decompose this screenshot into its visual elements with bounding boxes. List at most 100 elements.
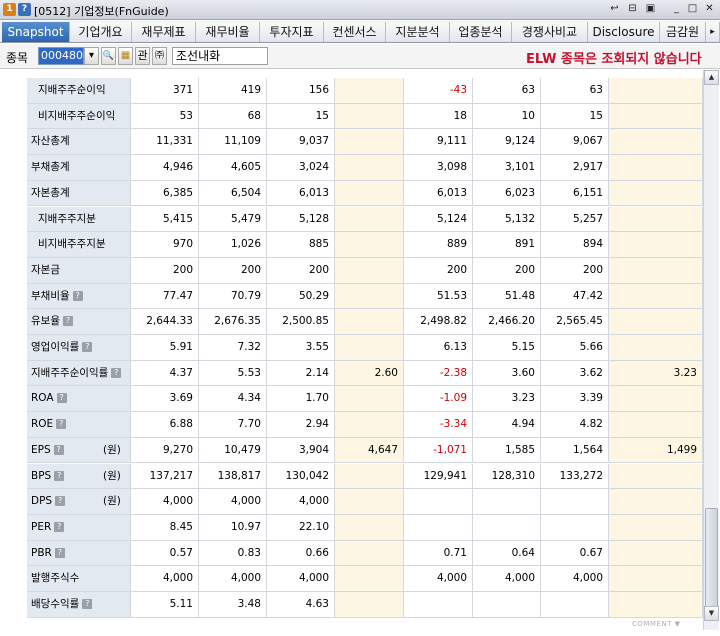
help-icon[interactable]: ?	[54, 470, 65, 481]
table-cell: 8.45	[131, 514, 199, 540]
help-icon[interactable]: ?	[53, 444, 64, 455]
table-cell: 3.62	[541, 360, 609, 386]
table-cell: 200	[541, 257, 609, 283]
tab-company-overview[interactable]: 기업개요	[70, 22, 132, 42]
row-label-text: 유보율	[31, 315, 60, 328]
table-cell: 3,101	[473, 155, 541, 180]
table-row: 부채총계 4,946 4,605 3,024 3,098 3,101 2,917	[27, 155, 703, 181]
maximize-button[interactable]: □	[686, 3, 699, 16]
scroll-thumb[interactable]	[705, 508, 718, 614]
table-cell: 5.66	[541, 335, 609, 360]
table-cell: 4,000	[404, 566, 473, 591]
pin-icon[interactable]: ⊟	[626, 3, 639, 16]
table-cell: 6,385	[131, 180, 199, 206]
tab-ownership-analysis[interactable]: 지분분석	[386, 22, 450, 42]
help-icon[interactable]: ?	[111, 367, 122, 378]
close-button[interactable]: ✕	[703, 3, 716, 16]
row-label: PER?	[27, 514, 131, 540]
table-cell: 2,565.45	[541, 309, 609, 334]
watchlist-button[interactable]: 관	[135, 47, 150, 65]
table-cell: 15	[267, 103, 335, 129]
minimize-button[interactable]: _	[670, 3, 683, 16]
tab-investment-indicators[interactable]: 투자지표	[260, 22, 324, 42]
voice-button[interactable]: ㈜	[152, 47, 167, 65]
list-icon[interactable]: ▦	[118, 47, 133, 65]
tab-scroll-right[interactable]: ▸	[706, 22, 720, 42]
table-cell: 7.32	[199, 335, 267, 360]
tab-financial-statements[interactable]: 재무제표	[132, 22, 196, 42]
tab-industry-analysis[interactable]: 업종분석	[450, 22, 512, 42]
table-cell: 2,466.20	[473, 309, 541, 334]
table-cell: 3,098	[404, 155, 473, 180]
table-cell	[609, 463, 703, 489]
table-cell	[609, 257, 703, 283]
row-label: PBR?	[27, 540, 131, 566]
row-label-text: 지배주주순이익	[38, 84, 106, 96]
table-cell	[473, 592, 541, 617]
chevron-down-icon[interactable]: ▾	[84, 47, 99, 65]
tab-consensus[interactable]: 컨센서스	[324, 22, 386, 42]
table-row: ROE? 6.88 7.70 2.94 -3.34 4.94 4.82	[27, 412, 703, 438]
table-cell	[335, 129, 404, 155]
help-icon[interactable]: ?	[54, 521, 65, 532]
row-label-text: 지배주주지분	[38, 212, 96, 225]
scroll-up-icon[interactable]: ▲	[704, 70, 719, 85]
tab-financial-ratios[interactable]: 재무비율	[196, 22, 260, 42]
table-cell	[473, 489, 541, 514]
comment-toggle[interactable]: COMMENT ▼	[632, 620, 681, 628]
table-cell: 9,270	[131, 437, 199, 463]
table-cell: 0.64	[473, 540, 541, 566]
table-cell: 6.13	[404, 335, 473, 360]
table-cell: 50.29	[267, 283, 335, 309]
table-cell: 2.60	[335, 360, 404, 386]
table-cell: 885	[267, 232, 335, 257]
row-label-text: 부채총계	[31, 161, 70, 174]
search-icon[interactable]: 🔍	[101, 47, 116, 65]
link-icon[interactable]: ↩	[608, 3, 621, 16]
help-icon[interactable]: ?	[62, 316, 73, 327]
help-icon[interactable]: ?	[56, 393, 67, 404]
row-label: ROA?	[27, 386, 131, 412]
help-icon[interactable]: ?	[72, 290, 83, 301]
table-cell: 11,109	[199, 129, 267, 155]
table-cell: -1,071	[404, 437, 473, 463]
table-cell: 4.82	[541, 412, 609, 437]
table-row: 지배주주순이익률? 4.37 5.53 2.14 2.60 -2.38 3.60 3.62 3.…	[27, 360, 703, 387]
help-icon[interactable]: ?	[54, 547, 65, 558]
table-cell: 200	[267, 257, 335, 283]
window-split-icon[interactable]: ▣	[644, 3, 657, 16]
table-cell	[335, 232, 404, 257]
table-cell	[335, 283, 404, 309]
table-cell: 10.97	[199, 514, 267, 540]
table-cell: 3.55	[267, 335, 335, 360]
table-cell: 4,000	[267, 566, 335, 591]
row-label: 비지배주주지분	[27, 232, 131, 257]
help-badge[interactable]: ?	[18, 3, 31, 16]
scroll-down-icon[interactable]: ▼	[704, 606, 719, 621]
row-label: EPS? (원)	[27, 437, 131, 463]
row-label: DPS? (원)	[27, 489, 131, 514]
tab-disclosure[interactable]: Disclosure	[588, 22, 660, 42]
table-cell: 4.37	[131, 360, 199, 386]
table-cell: 9,111	[404, 129, 473, 155]
tab-fss[interactable]: 금감원	[660, 22, 706, 42]
table-cell: 4,000	[267, 489, 335, 514]
tab-peer-comparison[interactable]: 경쟁사비교	[512, 22, 588, 42]
help-icon[interactable]: ?	[55, 496, 66, 507]
table-row: 자본금 200 200 200 200 200 200	[27, 257, 703, 284]
table-cell: 1,564	[541, 437, 609, 463]
table-row: ROA? 3.69 4.34 1.70 -1.09 3.23 3.39	[27, 386, 703, 413]
help-icon[interactable]: ?	[82, 342, 93, 352]
table-cell: 3.48	[199, 592, 267, 617]
vertical-scrollbar[interactable]: ▲ ▼	[703, 70, 719, 630]
table-cell: 6.88	[131, 412, 199, 437]
table-cell: -43	[404, 78, 473, 103]
table-cell: 4.63	[267, 592, 335, 617]
tab-snapshot[interactable]: Snapshot	[2, 22, 70, 42]
stock-code-input[interactable]: 000480	[38, 47, 84, 65]
help-icon[interactable]: ?	[56, 419, 67, 430]
row-label: 부채비율?	[27, 283, 131, 309]
help-icon[interactable]: ?	[82, 599, 93, 609]
table-cell: 1,585	[473, 437, 541, 463]
table-cell: 9,124	[473, 129, 541, 155]
